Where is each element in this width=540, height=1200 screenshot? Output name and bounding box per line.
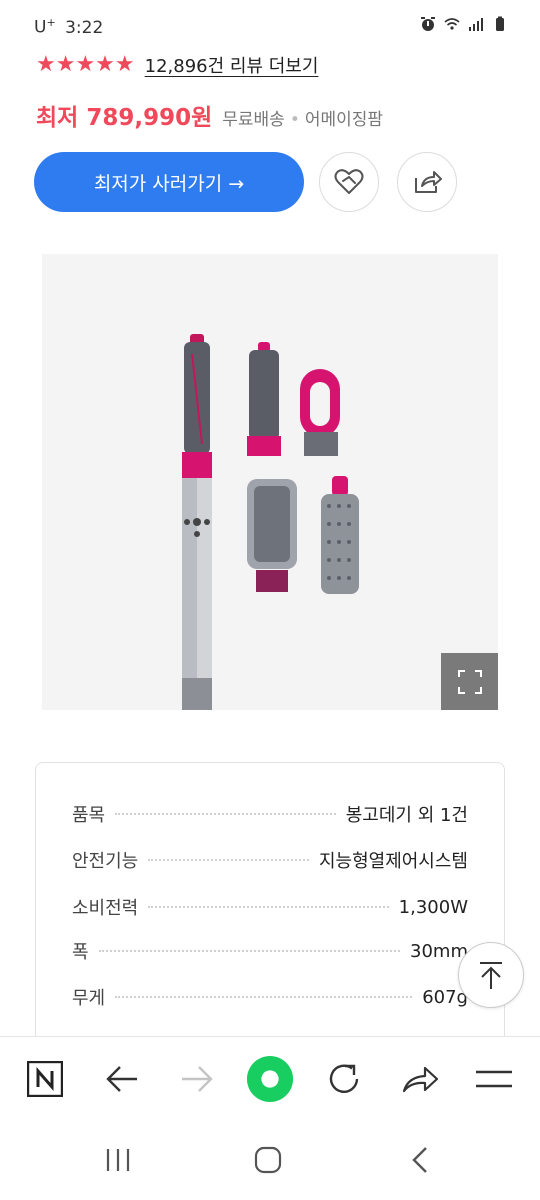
alarm-icon [421, 17, 435, 31]
recent-apps-button[interactable] [98, 1140, 138, 1180]
wifi-icon [444, 18, 460, 30]
menu-button[interactable] [470, 1055, 518, 1103]
expand-icon [457, 669, 482, 694]
recent-apps-icon [106, 1149, 130, 1171]
wish-button[interactable] [319, 152, 379, 212]
refresh-button[interactable] [320, 1055, 368, 1103]
spec-value: 1,300W [398, 896, 468, 918]
browser-toolbar [0, 1036, 540, 1120]
shipping-info: 무료배송 • 어메이징팜 [222, 105, 383, 130]
share-button[interactable] [397, 152, 457, 212]
buy-lowest-price-button[interactable]: 최저가 사러가기 → [34, 152, 304, 212]
signal-icon [469, 18, 483, 31]
seller-name: 어메이징팜 [304, 110, 384, 130]
refresh-icon [329, 1064, 359, 1093]
spec-value: 30mm [410, 940, 468, 962]
share-arrow-icon [402, 1066, 439, 1093]
spec-value: 봉고데기 외 1건 [345, 805, 468, 826]
review-link[interactable]: 12,896건 리뷰 더보기 [145, 52, 319, 78]
heart-icon [334, 169, 364, 194]
spec-card: 품목 봉고데기 외 1건 안전기능 지능형열제어시스템 소비전력 1,300W … [35, 762, 505, 1062]
naver-home-icon [27, 1061, 63, 1097]
carrier-label: U [34, 17, 47, 38]
spec-label: 품목 [72, 805, 106, 826]
lowest-price: 최저 789,990원 [36, 105, 213, 131]
expand-image-button[interactable] [441, 653, 498, 710]
spec-label: 안전기능 [72, 851, 139, 872]
share-page-button[interactable] [396, 1055, 444, 1103]
forward-arrow-icon [182, 1066, 213, 1092]
menu-icon [476, 1070, 512, 1088]
arrow-up-icon [480, 962, 502, 989]
clock: 3:22 [65, 17, 104, 38]
naver-home-button[interactable] [21, 1055, 69, 1103]
home-icon [254, 1146, 282, 1174]
spec-row: 소비전력 1,300W [72, 887, 468, 927]
carrier-time: U+ 3:22 [34, 16, 103, 38]
rating-row: ★★★★★ 12,896건 리뷰 더보기 [36, 52, 318, 78]
product-photo [182, 334, 359, 710]
dotted-leader [115, 813, 336, 815]
home-button[interactable] [248, 1140, 288, 1180]
status-bar: U+ 3:22 [0, 0, 540, 52]
product-image[interactable] [42, 254, 498, 710]
spec-row: 안전기능 지능형열제어시스템 [72, 840, 468, 880]
dotted-leader [115, 996, 413, 998]
spec-label: 무게 [72, 988, 106, 1009]
scroll-to-top-button[interactable] [458, 942, 524, 1008]
back-arrow-icon [106, 1066, 137, 1092]
spec-row: 품목 봉고데기 외 1건 [72, 794, 468, 834]
back-button[interactable] [98, 1055, 146, 1103]
spec-label: 폭 [72, 942, 89, 963]
green-dot-icon [246, 1055, 294, 1103]
dotted-leader [98, 950, 401, 952]
shipping-label: 무료배송 [222, 110, 285, 130]
forward-button[interactable] [173, 1055, 221, 1103]
dotted-leader [148, 906, 389, 908]
status-icons [420, 16, 508, 32]
price-row: 최저 789,990원 무료배송 • 어메이징팜 [36, 98, 383, 132]
star-rating: ★★★★★ [36, 52, 135, 77]
green-dot-button[interactable] [246, 1055, 294, 1103]
spec-row: 무게 607g [72, 977, 468, 1017]
spec-label: 소비전력 [72, 898, 139, 919]
spec-row: 폭 30mm [72, 931, 468, 971]
separator-dot: • [289, 110, 300, 130]
carrier-plus: + [46, 16, 56, 29]
battery-icon [496, 16, 504, 31]
system-back-button[interactable] [400, 1140, 440, 1180]
dotted-leader [148, 859, 309, 861]
spec-value: 지능형열제어시스템 [318, 851, 468, 872]
share-icon [415, 171, 442, 193]
back-icon [412, 1147, 427, 1173]
android-nav-bar [0, 1120, 540, 1200]
